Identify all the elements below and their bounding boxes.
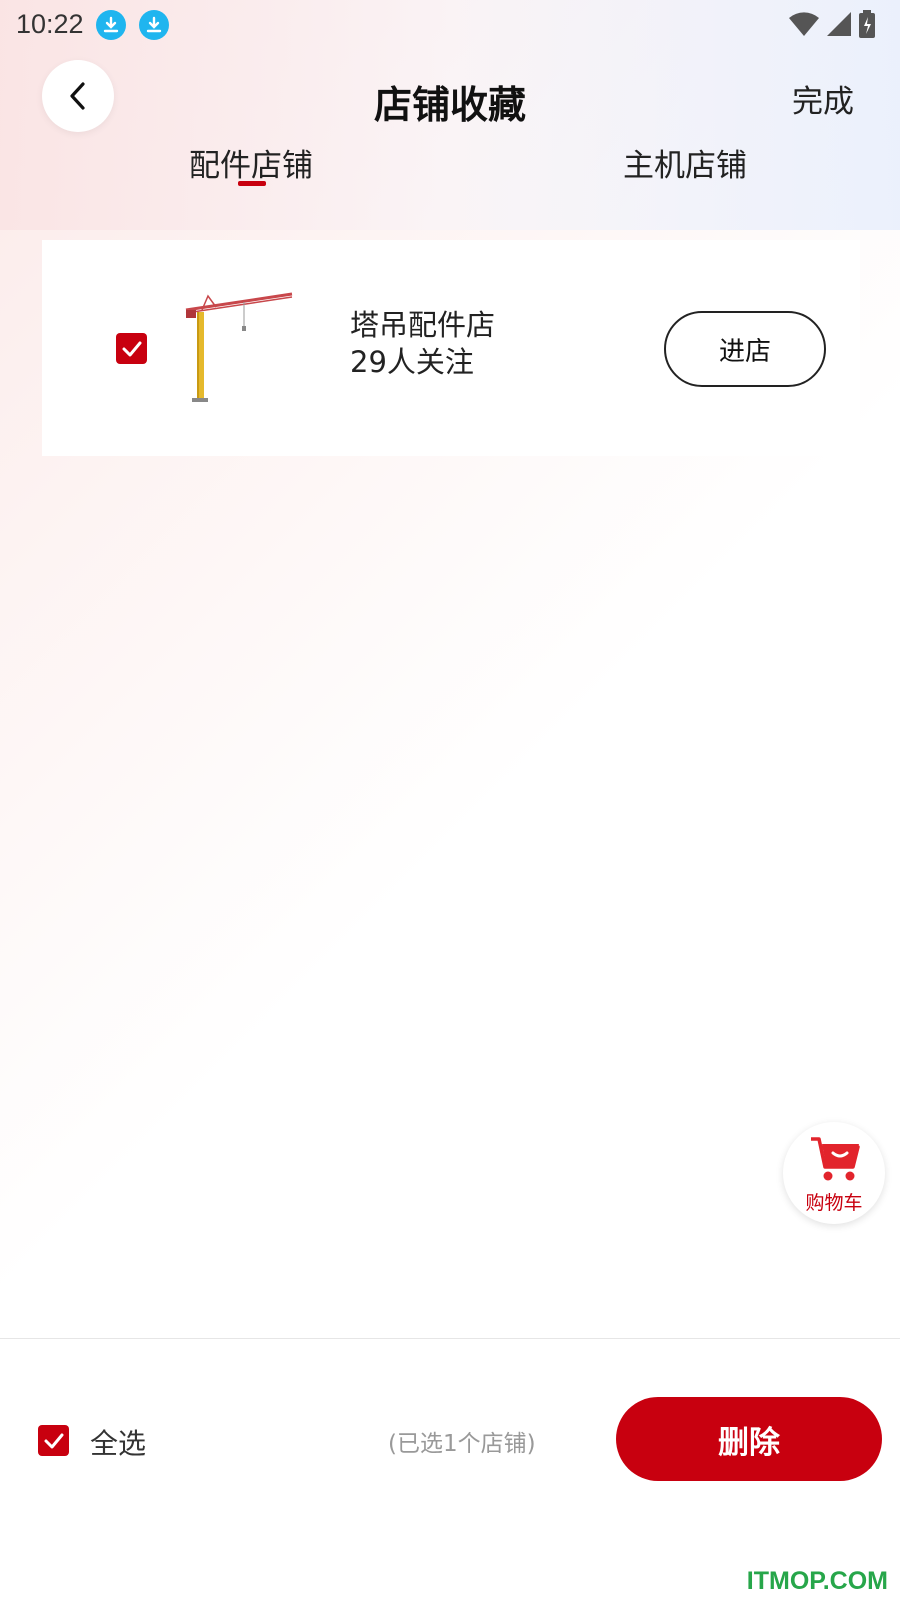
shop-checkbox[interactable] bbox=[116, 333, 147, 364]
download-icon bbox=[96, 10, 126, 40]
tower-crane-image bbox=[182, 288, 294, 404]
tab-machine-shops[interactable]: 主机店铺 bbox=[620, 140, 750, 185]
shopping-cart-button[interactable]: 购物车 bbox=[783, 1122, 885, 1224]
active-tab-indicator bbox=[238, 181, 266, 186]
download-icon bbox=[139, 10, 169, 40]
shop-name: 塔吊配件店 bbox=[350, 308, 496, 342]
shop-followers: 29人关注 bbox=[350, 345, 474, 379]
shopping-cart-label: 购物车 bbox=[805, 1192, 863, 1214]
watermark: ITMOP.COM bbox=[746, 1567, 888, 1595]
select-all-checkbox[interactable] bbox=[38, 1425, 69, 1456]
selected-count: (已选1个店铺) bbox=[388, 1431, 536, 1457]
bottom-action-bar: 全选 (已选1个店铺) 删除 bbox=[0, 1338, 900, 1600]
check-icon bbox=[44, 1433, 63, 1448]
select-all-label[interactable]: 全选 bbox=[90, 1422, 146, 1462]
tab-accessory-shops[interactable]: 配件店铺 bbox=[186, 140, 316, 185]
done-button[interactable]: 完成 bbox=[792, 76, 854, 121]
status-time: 10:22 bbox=[16, 9, 84, 39]
page-title: 店铺收藏 bbox=[373, 83, 526, 127]
wifi-icon bbox=[789, 12, 819, 36]
battery-icon bbox=[859, 10, 875, 38]
status-bar: 10:22 bbox=[0, 0, 900, 50]
delete-button[interactable]: 删除 bbox=[616, 1397, 882, 1481]
check-icon bbox=[122, 341, 141, 356]
signal-icon bbox=[827, 12, 851, 36]
enter-shop-button[interactable]: 进店 bbox=[664, 311, 826, 387]
shop-card: 塔吊配件店 29人关注 进店 bbox=[42, 240, 860, 456]
shopping-cart-icon bbox=[811, 1137, 860, 1181]
